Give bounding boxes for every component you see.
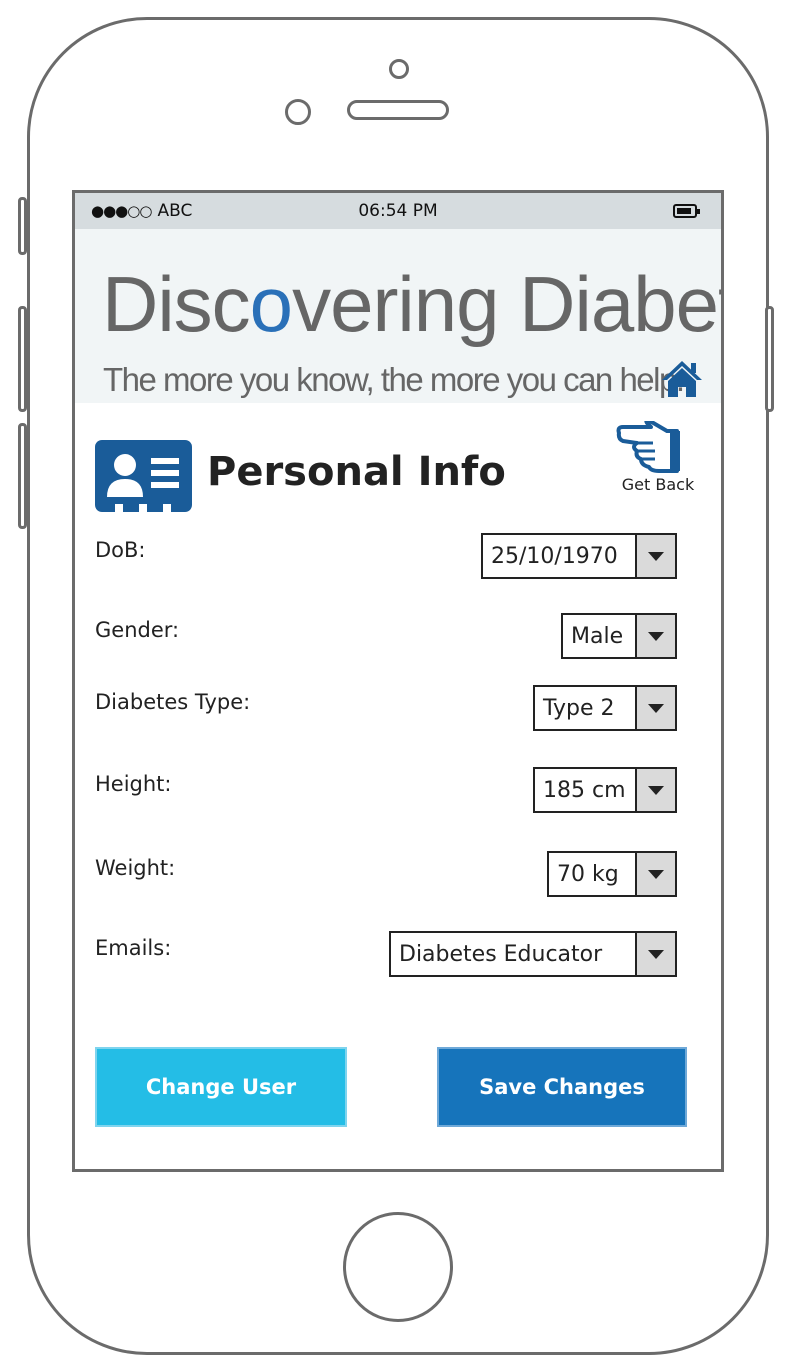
chevron-down-icon[interactable] <box>635 615 675 657</box>
home-button[interactable] <box>343 1212 453 1322</box>
weight-value: 70 kg <box>557 862 619 887</box>
phone-screen: ●●●○○ABC 06:54 PM Discovering Diabetes T… <box>72 190 724 1172</box>
get-back-label: Get Back <box>621 475 695 494</box>
front-camera <box>389 59 409 79</box>
height-value: 185 cm <box>543 778 626 803</box>
save-changes-button[interactable]: Save Changes <box>437 1047 687 1127</box>
mute-switch <box>18 197 27 255</box>
weight-label: Weight: <box>95 856 176 880</box>
chevron-down-icon[interactable] <box>635 535 675 577</box>
gender-value: Male <box>571 624 624 649</box>
diabetes-type-value: Type 2 <box>543 696 615 721</box>
chevron-down-icon[interactable] <box>635 853 675 895</box>
earpiece-speaker <box>347 100 449 120</box>
battery-icon <box>673 204 700 218</box>
home-icon[interactable] <box>660 359 704 399</box>
emails-dropdown[interactable]: Diabetes Educator <box>389 931 677 977</box>
id-card-icon <box>95 440 192 512</box>
personal-info-panel: Personal Info Get Back DoB: 25/10/1970 G… <box>75 403 721 1169</box>
proximity-sensor <box>285 99 311 125</box>
emails-label: Emails: <box>95 936 172 960</box>
height-label: Height: <box>95 772 172 796</box>
diabetes-type-dropdown[interactable]: Type 2 <box>533 685 677 731</box>
change-user-button[interactable]: Change User <box>95 1047 347 1127</box>
app-title: Discovering Diabetes <box>102 260 721 348</box>
get-back-button[interactable]: Get Back <box>611 421 711 494</box>
power-button <box>765 306 774 412</box>
diabetes-type-label: Diabetes Type: <box>95 690 251 714</box>
app-tagline: The more you know, the more you can help… <box>103 361 685 398</box>
chevron-down-icon[interactable] <box>635 687 675 729</box>
dob-value: 25/10/1970 <box>491 544 618 569</box>
gender-dropdown[interactable]: Male <box>561 613 677 659</box>
app-banner: Discovering Diabetes The more you know, … <box>75 229 721 403</box>
page-title: Personal Info <box>207 449 506 495</box>
emails-value: Diabetes Educator <box>399 942 603 967</box>
volume-up-button <box>18 306 27 412</box>
chevron-down-icon[interactable] <box>635 933 675 975</box>
dob-label: DoB: <box>95 538 146 562</box>
status-bar: ●●●○○ ABC 06:54 PM <box>75 193 721 229</box>
weight-dropdown[interactable]: 70 kg <box>547 851 677 897</box>
height-dropdown[interactable]: 185 cm <box>533 767 677 813</box>
gender-label: Gender: <box>95 618 180 642</box>
dob-dropdown[interactable]: 25/10/1970 <box>481 533 677 579</box>
pointing-hand-icon <box>616 421 680 473</box>
volume-down-button <box>18 423 27 529</box>
title-accent-letter: o <box>249 260 293 348</box>
status-time: 06:54 PM <box>358 201 438 221</box>
chevron-down-icon[interactable] <box>635 769 675 811</box>
